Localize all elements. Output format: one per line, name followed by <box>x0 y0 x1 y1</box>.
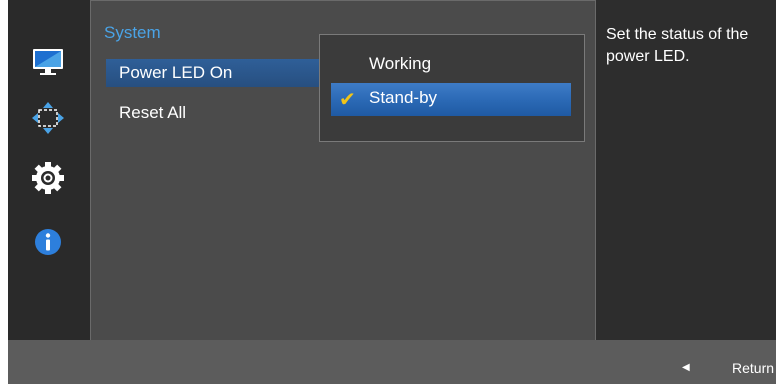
left-arrow-icon: ◀ <box>682 362 690 373</box>
menu-item-reset-all[interactable]: Reset All <box>106 99 321 127</box>
osd-window: System Power LED On Reset All Working ✔ … <box>8 0 776 384</box>
resize-arrows-icon[interactable] <box>28 98 68 138</box>
help-panel: Set the status of the power LED. <box>596 0 776 347</box>
help-text: Set the status of the power LED. <box>606 26 749 65</box>
footer-bar: ◀ Return <box>8 340 776 384</box>
menu-title: System <box>104 23 161 42</box>
power-led-options-dropdown: Working ✔ Stand-by <box>319 34 585 142</box>
menu-item-label: Power LED On <box>119 63 233 82</box>
system-menu-panel: System Power LED On Reset All Working ✔ … <box>90 0 596 347</box>
option-stand-by[interactable]: ✔ Stand-by <box>331 83 571 116</box>
return-button[interactable]: Return <box>732 360 774 376</box>
display-icon[interactable] <box>28 42 68 82</box>
menu-item-label: Reset All <box>119 103 187 122</box>
info-icon[interactable] <box>28 222 68 262</box>
option-working[interactable]: Working <box>331 49 571 82</box>
option-label: Working <box>369 54 432 73</box>
checkmark-icon: ✔ <box>339 89 356 111</box>
sidebar <box>8 0 90 340</box>
option-label: Stand-by <box>369 88 438 107</box>
gear-icon[interactable] <box>28 158 68 198</box>
menu-item-power-led-on[interactable]: Power LED On <box>106 59 321 87</box>
